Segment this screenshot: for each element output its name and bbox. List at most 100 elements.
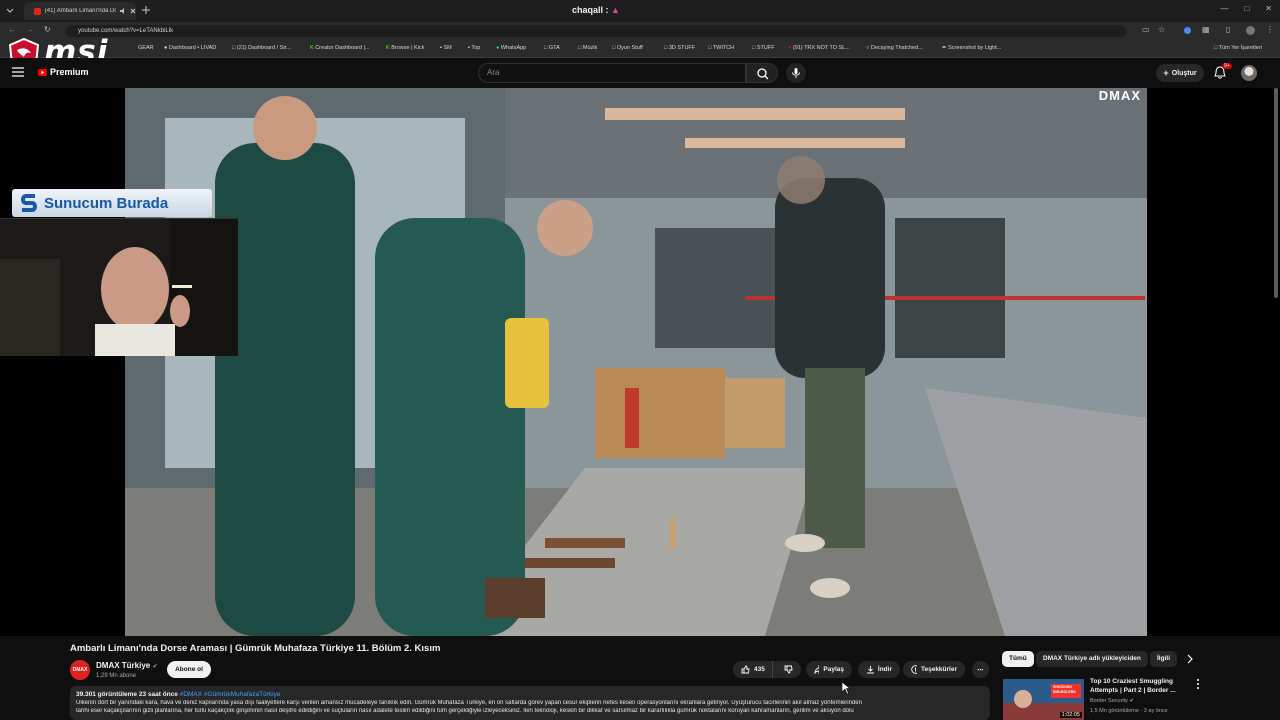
more-horizontal-icon: ⋯ xyxy=(977,666,984,674)
channel-avatar[interactable]: DMAX xyxy=(70,660,90,680)
share-label: Paylaş xyxy=(823,666,844,673)
download-label: İndir xyxy=(877,666,892,673)
chip-related[interactable]: İlgili xyxy=(1150,651,1177,667)
minimize-icon[interactable]: — xyxy=(1220,4,1228,13)
browser-tab[interactable]: (41) Ambarlı Limanı'nda Dorse xyxy=(24,2,136,20)
microphone-icon xyxy=(792,68,800,78)
bookmark-folder[interactable]: □ STUFF xyxy=(752,45,775,51)
webcam-feed xyxy=(0,219,238,356)
back-icon[interactable]: ← xyxy=(8,25,16,34)
search-input[interactable]: Ara xyxy=(478,63,746,83)
verified-check-icon: ✔ xyxy=(152,664,158,670)
dislike-button[interactable] xyxy=(777,661,801,678)
recommended-video-thumbnail[interactable]: SHOCKING SMUGGLERS 1:02:05 xyxy=(1003,679,1084,720)
page-scrollbar[interactable] xyxy=(1274,88,1278,298)
sunucum-s-logo-icon xyxy=(21,194,37,212)
bookmark-folder[interactable]: □ 3D STUFF xyxy=(664,45,695,51)
bookmark-label: TWITCH xyxy=(712,45,735,51)
sunucum-burada-banner: Sunucum Burada xyxy=(12,189,212,217)
hashtags[interactable]: #DMAX #GümrükMuhafazaTürkiye xyxy=(180,691,281,698)
bookmark-folder[interactable]: □ Oyun Stuff xyxy=(612,45,643,51)
close-tab-icon[interactable] xyxy=(130,8,136,14)
video-duration: 1:02:05 xyxy=(1059,712,1082,718)
thumbs-down-icon xyxy=(784,665,793,674)
bookmark-label: Creator Dashboard |... xyxy=(315,45,370,51)
download-icon xyxy=(867,666,874,674)
close-window-icon[interactable]: ✕ xyxy=(1265,4,1272,13)
create-label: Oluştur xyxy=(1171,69,1197,77)
tab-title: (41) Ambarlı Limanı'nda Dorse xyxy=(44,8,117,14)
bookmark-folder[interactable]: □ GTA xyxy=(544,45,560,51)
bookmark-star-icon[interactable]: ☆ xyxy=(1158,25,1165,34)
hat-emote-icon: ▲ xyxy=(611,5,620,15)
video-player[interactable]: DMAX Sunucum Burada xyxy=(0,88,1280,636)
bookmark-item[interactable]: ▪ SM xyxy=(440,45,452,51)
dmax-watermark: DMAX xyxy=(1098,88,1141,103)
bookmark-item[interactable]: ○ Decaying Thatched... xyxy=(866,45,923,51)
account-avatar[interactable] xyxy=(1241,65,1257,81)
verified-check-icon: ✔ xyxy=(1129,698,1135,704)
bookmark-folder[interactable]: □ Müzik xyxy=(578,45,597,51)
search-icon xyxy=(757,68,769,80)
chip-from-uploader[interactable]: DMAX Türkiye adlı yükleyiciden xyxy=(1036,651,1148,667)
new-tab-icon[interactable] xyxy=(142,6,150,14)
bookmark-item[interactable]: ✒ Screenshot by Light... xyxy=(942,45,1001,51)
extensions-puzzle-icon[interactable]: ▦ xyxy=(1202,25,1210,34)
bookmark-label: STUFF xyxy=(756,45,775,51)
bookmark-label: Müzik xyxy=(582,45,598,51)
bookmark-item[interactable]: K Creator Dashboard |... xyxy=(310,45,370,51)
subscribe-button[interactable]: Abone ol xyxy=(167,661,211,678)
bookmark-item[interactable]: ● WhatsApp xyxy=(496,45,526,51)
tab-list-icon[interactable] xyxy=(6,6,14,14)
all-bookmarks-folder[interactable]: □ Tüm Yer İşaretleri xyxy=(1214,45,1262,51)
reload-icon[interactable]: ↻ xyxy=(44,25,51,34)
stream-title: chaqall : ▲ xyxy=(572,5,620,15)
youtube-header: Premium Ara + Oluştur 9+ xyxy=(0,58,1280,88)
recommended-channel-text: Border Security xyxy=(1090,698,1128,704)
download-button[interactable]: İndir xyxy=(858,661,900,678)
bookmarks-bar: GEAR ● Dashboard • LIVAD □ (21) Dashboar… xyxy=(0,40,1280,58)
subscriber-count: 1,29 Mn abone xyxy=(96,673,137,679)
chevron-right-icon[interactable] xyxy=(1185,654,1195,664)
youtube-favicon-icon xyxy=(34,7,41,15)
audio-icon[interactable] xyxy=(120,8,126,14)
forward-icon[interactable]: → xyxy=(26,25,34,34)
recommended-channel-name[interactable]: Border Security ✔ xyxy=(1090,698,1134,704)
address-bar-row: ← → ↻ youtube.com/watch?v=LeTANkbiLlk ▭ … xyxy=(0,22,1280,40)
more-vertical-icon[interactable] xyxy=(1195,678,1201,690)
channel-name[interactable]: DMAX Türkiye ✔ xyxy=(96,661,158,670)
bookmark-item[interactable]: ● Dashboard • LIVAD xyxy=(164,45,216,51)
mouse-cursor-icon xyxy=(842,682,850,694)
bookmark-item[interactable]: □ (21) Dashboard / Str... xyxy=(232,45,291,51)
youtube-premium-logo[interactable]: Premium xyxy=(38,67,89,77)
sidebar-panel-icon[interactable]: ▯ xyxy=(1226,25,1230,34)
video-frame[interactable]: DMAX xyxy=(125,88,1147,636)
more-actions-button[interactable]: ⋯ xyxy=(972,661,989,678)
chip-all[interactable]: Tümü xyxy=(1002,651,1034,667)
bookmark-item[interactable]: K Browse | Kick xyxy=(386,45,424,51)
share-button[interactable]: Paylaş xyxy=(806,661,852,678)
menu-icon[interactable] xyxy=(12,67,24,77)
bookmark-item[interactable]: ● (91) TRX NOT TO SL... xyxy=(788,45,850,51)
cast-icon[interactable]: ▭ xyxy=(1142,25,1150,34)
thanks-button[interactable]: Teşekkürler xyxy=(903,661,965,678)
bookmark-item[interactable]: GEAR xyxy=(138,45,154,51)
description-box[interactable]: 39.301 görüntüleme 23 saat önce #DMAX #G… xyxy=(70,686,990,720)
plus-icon: + xyxy=(1163,68,1169,78)
voice-search-button[interactable] xyxy=(786,63,806,83)
browser-menu-icon[interactable]: ⋮ xyxy=(1266,25,1274,34)
url-field[interactable]: youtube.com/watch?v=LeTANkbiLlk xyxy=(66,25,1126,37)
bookmark-item[interactable]: ▪ Top xyxy=(468,45,480,51)
bookmark-label: (21) Dashboard / Str... xyxy=(236,45,291,51)
search-button[interactable] xyxy=(746,63,778,83)
create-button[interactable]: + Oluştur xyxy=(1156,64,1204,82)
recommended-video-title[interactable]: Top 10 Craziest Smuggling Attempts | Par… xyxy=(1090,677,1190,695)
maximize-icon[interactable]: □ xyxy=(1244,4,1249,13)
bookmark-folder[interactable]: □ TWITCH xyxy=(708,45,734,51)
profile-icon[interactable] xyxy=(1246,26,1255,35)
extension-icon[interactable] xyxy=(1184,27,1191,34)
like-dislike-group: 435 xyxy=(733,661,801,678)
youtube-play-icon xyxy=(38,68,47,76)
recommended-video-meta: 1,5 Mn görüntüleme · 3 ay önce xyxy=(1090,708,1168,714)
like-button[interactable]: 435 xyxy=(733,661,773,678)
